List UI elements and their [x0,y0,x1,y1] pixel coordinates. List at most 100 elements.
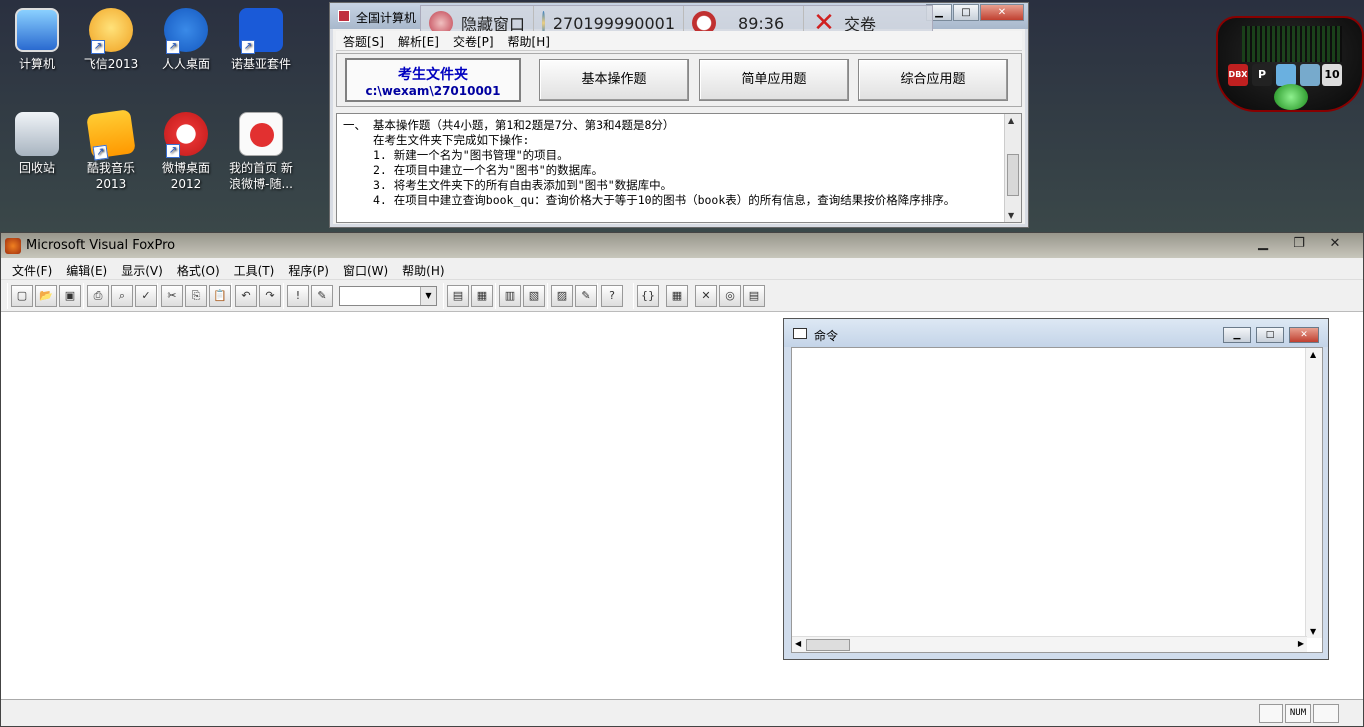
minimize-button[interactable]: ▁ [1245,235,1281,253]
desktop-icon-label: 我的首页 新浪微博-随... [229,161,293,191]
menu-answer[interactable]: 答题[S] [336,31,391,50]
toolbar-window-group: ▤ ▦ [443,283,496,309]
tools-icon[interactable]: ✕ [695,285,717,307]
power-icon[interactable] [1274,84,1308,110]
command-window-icon [793,328,807,339]
vfp-title-bar[interactable]: Microsoft Visual FoxPro ▁ ❐ ✕ [1,233,1363,258]
scroll-up-icon[interactable]: ▲ [1008,116,1014,125]
candidate-folder-button[interactable]: 考生文件夹 c:\wexam\27010001 [345,58,521,102]
gadget-10-button[interactable]: 10 [1322,64,1342,86]
spell-check-icon[interactable]: ✓ [135,285,157,307]
menu-window[interactable]: 窗口(W) [336,258,395,279]
modify-icon[interactable]: ✎ [311,285,333,307]
desktop-icon-label: 计算机 [18,57,55,71]
question-scrollbar[interactable]: ▲ ▼ [1004,114,1021,222]
scroll-left-icon[interactable]: ◀ [795,639,801,648]
menu-edit[interactable]: 编辑(E) [59,258,114,279]
desktop-icon-kuwo[interactable]: ↗ 酷我音乐2013 [74,109,148,192]
redo-icon[interactable]: ↷ [259,285,281,307]
menu-help[interactable]: 帮助[H] [501,31,557,50]
command-title: 命令 [814,329,839,343]
maximize-button[interactable]: □ [953,4,979,21]
basic-operation-button[interactable]: 基本操作题 [539,59,689,101]
menu-help[interactable]: 帮助(H) [395,258,451,279]
new-file-icon[interactable]: ▢ [11,285,33,307]
gadget-image-button[interactable] [1276,64,1296,86]
report-wizard-icon[interactable]: ▧ [523,285,545,307]
comprehensive-application-button[interactable]: 综合应用题 [858,59,1008,101]
close-button[interactable]: ✕ [980,4,1024,21]
command-horizontal-scrollbar[interactable]: ◀ ▶ [792,636,1307,652]
scroll-down-icon[interactable]: ▼ [1310,627,1316,636]
menu-submit[interactable]: 交卷[P] [446,31,501,50]
exam-question-toolbar: 考生文件夹 c:\wexam\27010001 基本操作题 简单应用题 综合应用… [336,53,1022,107]
maximize-button[interactable]: □ [1256,327,1284,343]
scrollbar-thumb[interactable] [1007,154,1019,196]
timer-text: 89:36 [738,13,785,33]
scroll-up-icon[interactable]: ▲ [1310,350,1316,359]
scrollbar-thumb[interactable] [806,639,850,651]
desktop-icon-nokia[interactable]: ↗ 诺基亚套件 [224,8,298,72]
gadget-dbx-button[interactable]: DBX [1228,64,1248,86]
toolbar-help-group: ? [597,283,626,309]
report-designer-icon[interactable]: ✎ [575,285,597,307]
toolbar-wizard-group: ▥ ▧ [495,283,548,309]
paste-icon[interactable]: 📋 [209,285,231,307]
exam-title: 全国计算机 [356,11,417,25]
restore-button[interactable]: ❐ [1281,235,1317,253]
close-button[interactable]: ✕ [1317,235,1353,253]
toolbar-run-group: ! ✎ [283,283,336,309]
simple-application-button[interactable]: 简单应用题 [699,59,849,101]
coverage-icon[interactable]: ◎ [719,285,741,307]
command-input-area[interactable]: ▲ ▼ ◀ ▶ [791,347,1323,653]
question-item: 3. 将考生文件夹下的所有自由表添加到"图书"数据库中。 [373,178,673,192]
folder-path: c:\wexam\27010001 [365,84,501,98]
undo-icon[interactable]: ↶ [235,285,257,307]
scroll-right-icon[interactable]: ▶ [1298,639,1304,648]
menu-analysis[interactable]: 解析[E] [391,31,446,50]
form-designer-icon[interactable]: ▨ [551,285,573,307]
chevron-down-icon[interactable]: ▼ [420,287,436,305]
desktop-icon-recycle-bin[interactable]: 回收站 [0,112,74,176]
scroll-down-icon[interactable]: ▼ [1008,211,1014,220]
question-text-area[interactable]: 一、 基本操作题（共4小题，第1和2题是7分、第3和4题是8分） 在考生文件夹下… [336,113,1022,223]
menu-program[interactable]: 程序(P) [281,258,336,279]
data-session-icon[interactable]: ▦ [471,285,493,307]
code-icon[interactable]: {} [637,285,659,307]
gadget-p-button[interactable]: P [1252,64,1272,86]
help-icon[interactable]: ? [601,285,623,307]
command-window-icon[interactable]: ▤ [447,285,469,307]
computer-icon [15,8,59,52]
command-vertical-scrollbar[interactable]: ▲ ▼ [1305,348,1322,638]
print-icon[interactable]: ⎙ [87,285,109,307]
desktop-icon-weibo-desktop[interactable]: ↗ 微博桌面2012 [149,112,223,192]
equalizer-display [1242,26,1342,62]
close-button[interactable]: ✕ [1289,327,1319,343]
desktop-icon-weibo-home[interactable]: 我的首页 新浪微博-随... [224,112,298,192]
desktop-icon-renren[interactable]: ↗ 人人桌面 [149,8,223,72]
save-icon[interactable]: ▣ [59,285,81,307]
desktop-icon-label: 回收站 [18,161,55,175]
database-combo[interactable]: ▼ [339,286,437,306]
menu-file[interactable]: 文件(F) [5,258,59,279]
desktop-icon-feixin[interactable]: ↗ 飞信2013 [74,8,148,72]
command-title-bar[interactable]: 命令 ▁ □ ✕ [784,319,1328,347]
class-browser-icon[interactable]: ▤ [743,285,765,307]
print-preview-icon[interactable]: ⌕ [111,285,133,307]
open-folder-icon[interactable]: 📂 [35,285,57,307]
exam-window: 全国计算机 ▁ □ ✕ 隐藏窗口 270199990001 89:36 ✕ 交卷… [329,2,1029,228]
toolbar-print-group: ⎙ ⌕ ✓ [83,283,160,309]
menu-view[interactable]: 显示(V) [114,258,170,279]
menu-tools[interactable]: 工具(T) [227,258,282,279]
renren-icon: ↗ [164,8,208,54]
copy-icon[interactable]: ⎘ [185,285,207,307]
form-wizard-icon[interactable]: ▥ [499,285,521,307]
minimize-button[interactable]: ▁ [1223,327,1251,343]
menu-format[interactable]: 格式(O) [170,258,227,279]
run-icon[interactable]: ! [287,285,309,307]
command-window-controls: ▁ □ ✕ [1218,327,1319,343]
desktop-icon-computer[interactable]: 计算机 [0,8,74,72]
cut-icon[interactable]: ✂ [161,285,183,307]
gadget-music-button[interactable] [1300,64,1320,86]
component-gallery-icon[interactable]: ▦ [666,285,688,307]
